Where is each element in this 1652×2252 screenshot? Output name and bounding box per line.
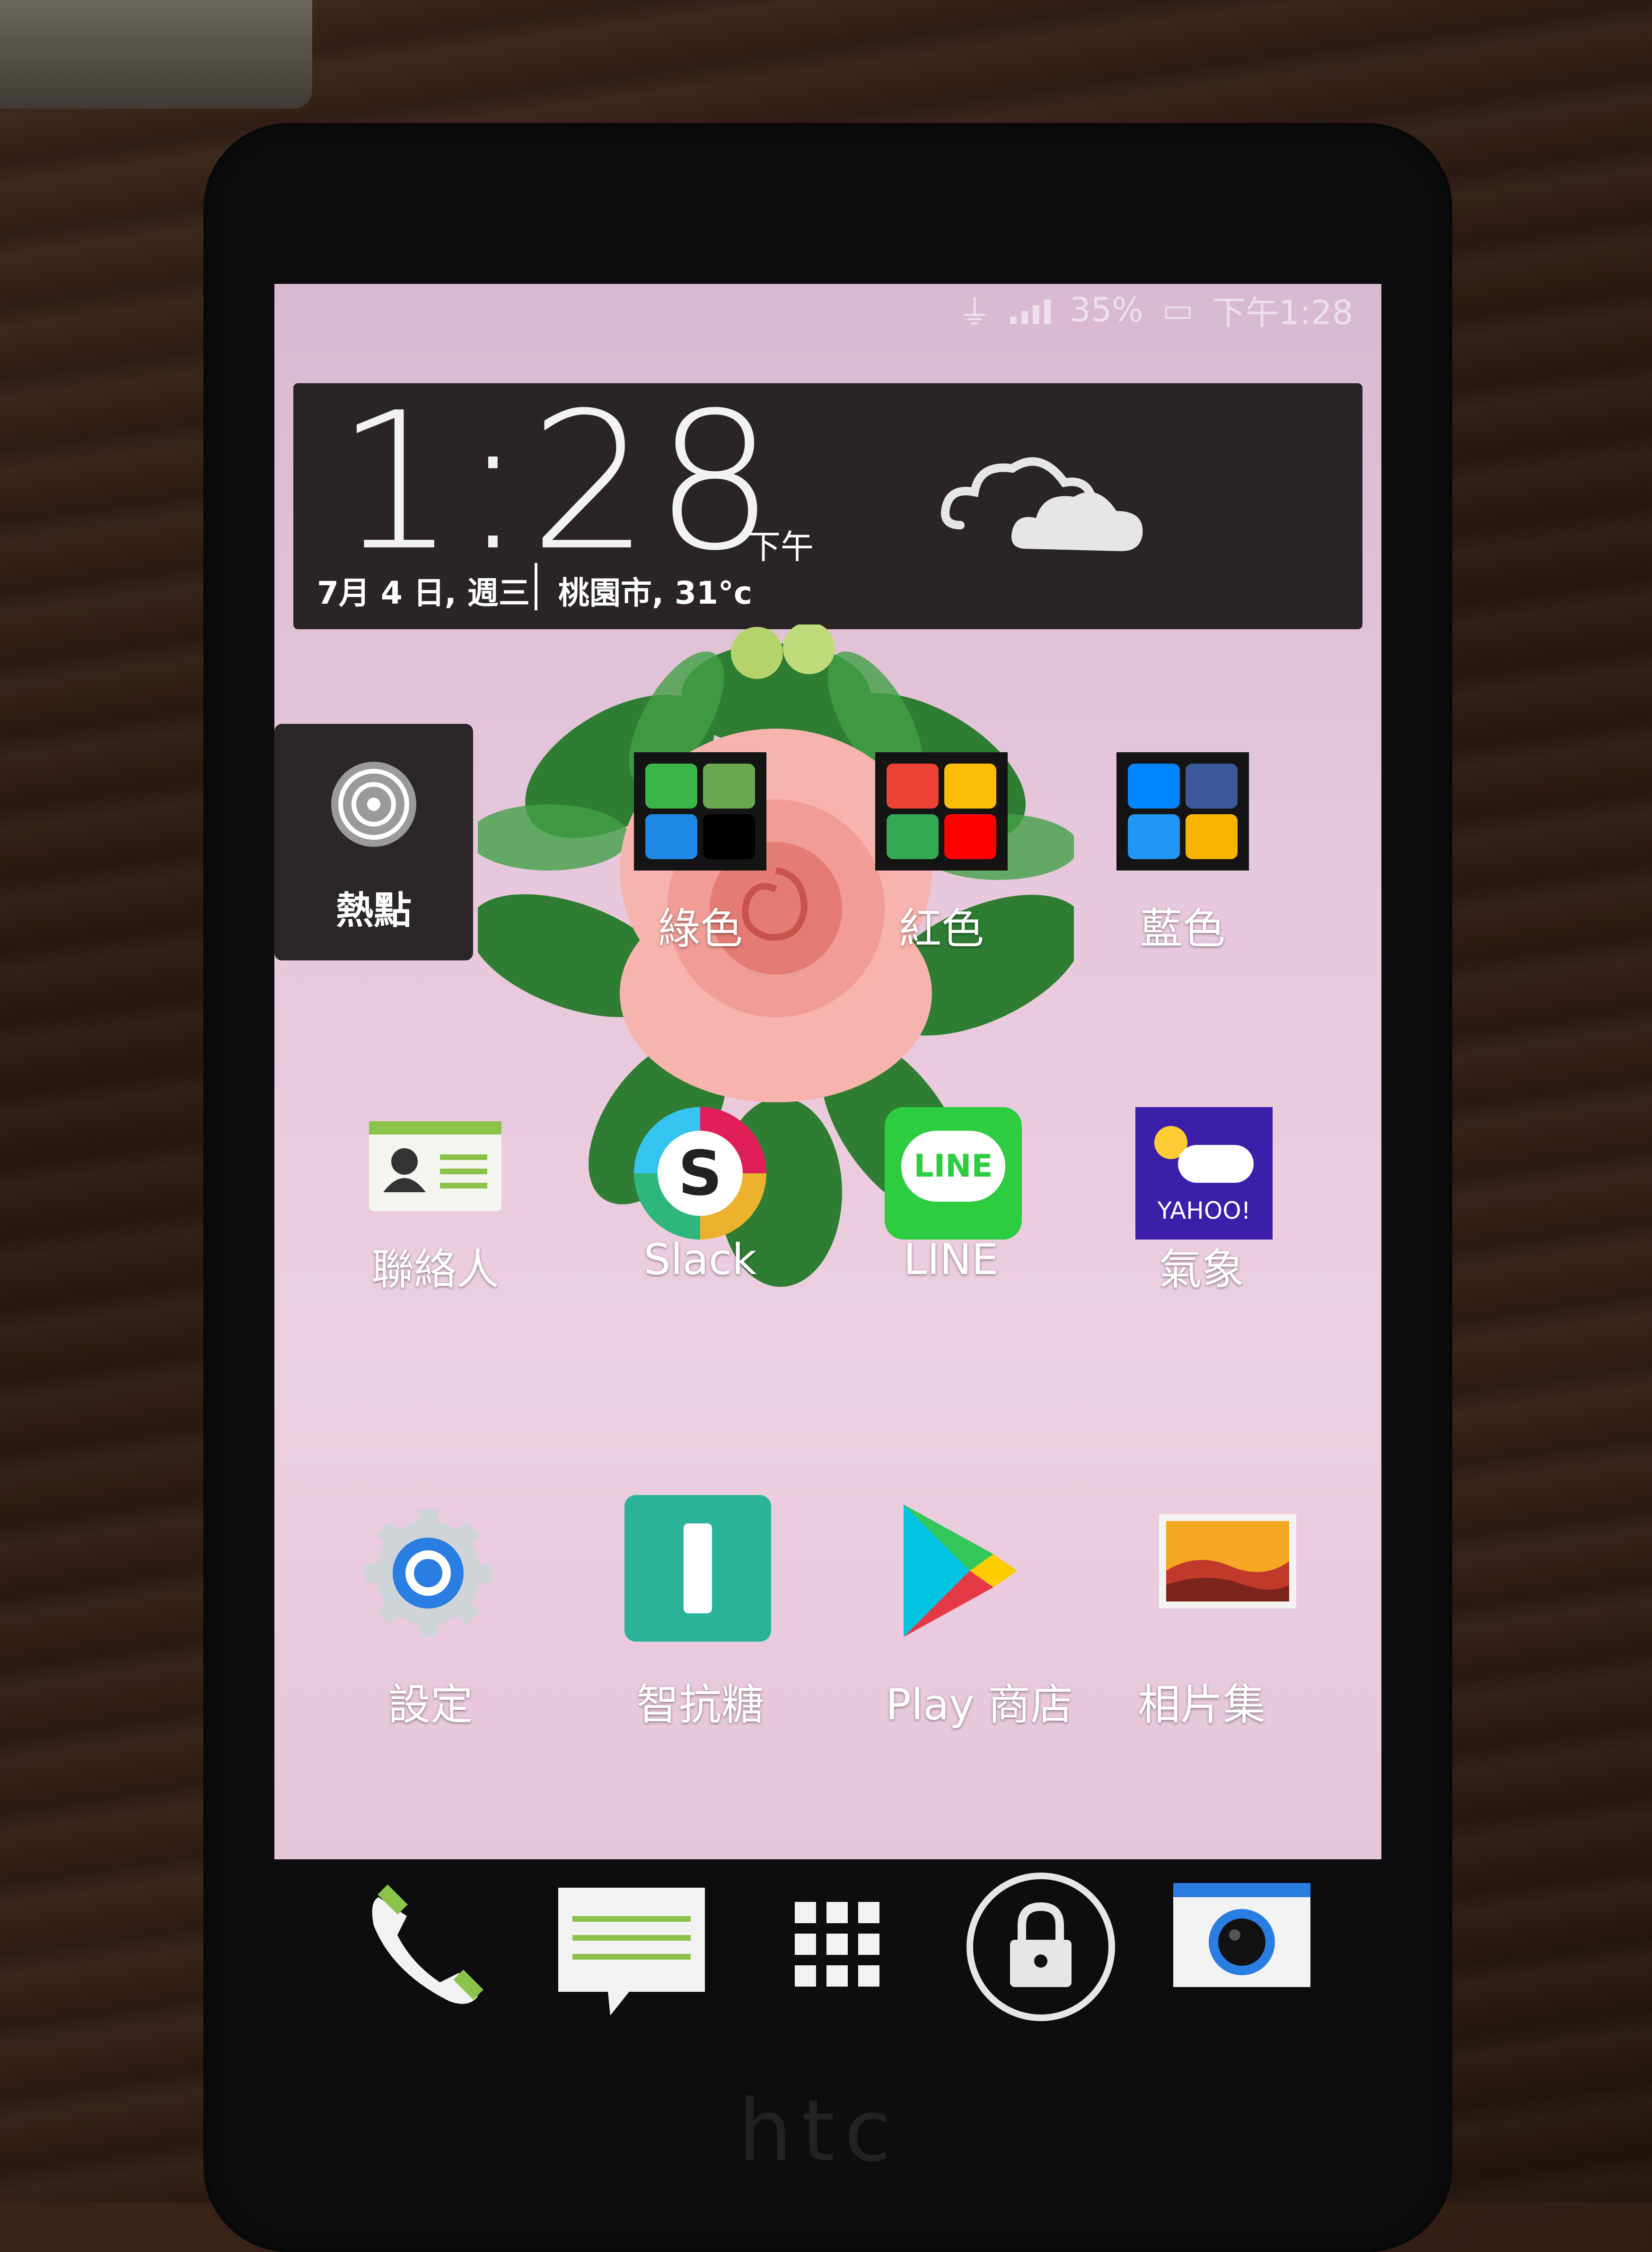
battery-percent: 35% [1070, 290, 1143, 329]
play-store-icon[interactable] [899, 1500, 1022, 1642]
yahoo-weather-icon[interactable]: YAHOO! [1135, 1107, 1273, 1240]
cloudy-icon [941, 457, 1143, 551]
play-store-label: Play 商店 [885, 1680, 1073, 1730]
hotspot-icon [331, 762, 416, 847]
app-drawer-icon[interactable] [795, 1902, 880, 1987]
status-time: 下午1:28 [1212, 293, 1353, 332]
line-label: LINE [903, 1235, 999, 1284]
slack-icon-letter: S [658, 1131, 743, 1216]
folder-blue[interactable] [1116, 752, 1249, 871]
gallery-label: 相片集 [1138, 1680, 1265, 1730]
hotspot-label: 熱點 [336, 888, 412, 932]
htc-logo: htc [738, 2082, 901, 2181]
paper-corner [0, 0, 312, 109]
home-screen: ⏚ 35% ▭ 下午1:28 1:28 下午 7月 4 日, 週三 桃園市, 3… [274, 284, 1381, 1859]
clock-date: 7月 4 日, 週三 [317, 575, 530, 611]
weather-label: 氣象 [1159, 1245, 1244, 1294]
folder-red-label: 紅色 [899, 904, 984, 954]
camera-icon[interactable] [1173, 1883, 1310, 1987]
messages-icon[interactable] [558, 1888, 705, 2020]
folder-blue-label: 藍色 [1140, 904, 1225, 954]
status-bar: ⏚ 35% ▭ 下午1:28 [274, 284, 1381, 336]
lock-icon[interactable] [965, 1869, 1116, 2025]
clock-weather-widget[interactable]: 1:28 下午 7月 4 日, 週三 桃園市, 31°c [293, 383, 1362, 629]
clock-ampm: 下午 [747, 528, 814, 566]
location-temperature: 桃園市, 31°c [558, 575, 753, 611]
clock-time: 1:28 [336, 372, 780, 592]
slack-icon[interactable]: S [634, 1107, 766, 1240]
zhikangtang-icon[interactable] [624, 1495, 771, 1642]
folder-green[interactable] [634, 752, 766, 871]
zhikangtang-label: 智抗糖 [636, 1680, 764, 1730]
slack-label: Slack [643, 1235, 757, 1284]
folder-green-label: 綠色 [658, 904, 743, 954]
line-icon-text: LINE [901, 1131, 1005, 1202]
signal-icon [1010, 296, 1051, 324]
yahoo-badge: YAHOO! [1157, 1197, 1251, 1224]
contacts-icon[interactable] [369, 1121, 501, 1211]
zhikangtang-glyph [684, 1523, 712, 1613]
dock [274, 1864, 1381, 2034]
usb-icon: ⏚ [958, 293, 992, 332]
cloud-icon [1178, 1145, 1254, 1183]
contacts-label: 聯絡人 [371, 1245, 499, 1294]
battery-icon: ▭ [1162, 290, 1194, 329]
phone-icon[interactable] [360, 1883, 492, 2015]
divider [535, 563, 537, 610]
hotspot-widget[interactable]: 熱點 [274, 724, 473, 960]
settings-label: 設定 [388, 1680, 473, 1730]
line-icon[interactable]: LINE [885, 1107, 1022, 1240]
gallery-icon[interactable] [1159, 1514, 1296, 1609]
settings-gear-icon[interactable] [360, 1504, 497, 1642]
folder-red[interactable] [875, 752, 1008, 871]
